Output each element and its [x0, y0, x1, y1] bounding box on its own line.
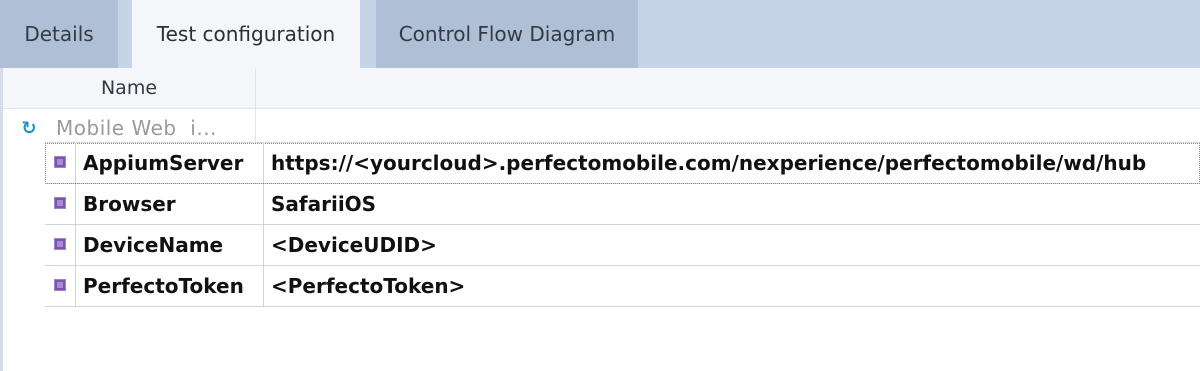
property-name: Browser — [83, 192, 176, 216]
property-name: DeviceName — [83, 233, 224, 257]
left-frame-border — [0, 68, 3, 371]
property-value: SafariiOS — [271, 192, 377, 216]
property-value: https://<yourcloud>.perfectomobile.com/n… — [271, 151, 1147, 175]
property-value-cell[interactable]: SafariiOS — [263, 184, 1200, 224]
property-name-cell[interactable]: DeviceName — [75, 225, 264, 265]
refresh-icon[interactable]: ↻ — [18, 117, 40, 139]
tab-test-configuration[interactable]: Test configuration — [132, 0, 360, 68]
property-name-cell[interactable]: AppiumServer — [75, 143, 264, 183]
property-value: <DeviceUDID> — [271, 233, 437, 257]
property-icon — [54, 197, 66, 209]
property-value: <PerfectoToken> — [271, 274, 466, 298]
property-name-cell[interactable]: PerfectoToken — [75, 266, 264, 306]
tab-details[interactable]: Details — [0, 0, 118, 68]
tab-bar: Details Test configuration Control Flow … — [0, 0, 1200, 68]
name-column-header-label: Name — [100, 77, 158, 99]
property-row[interactable]: Browser SafariiOS — [45, 184, 1200, 225]
group-row[interactable]: ↻ Mobile Web i... — [18, 114, 217, 142]
property-row[interactable]: DeviceName <DeviceUDID> — [45, 225, 1200, 266]
property-name: AppiumServer — [83, 151, 244, 175]
name-column-header[interactable]: Name — [3, 68, 256, 108]
group-label: Mobile Web i... — [56, 116, 217, 140]
property-value-cell[interactable]: <PerfectoToken> — [263, 266, 1200, 306]
tab-test-configuration-label: Test configuration — [156, 22, 336, 46]
tab-details-label: Details — [24, 22, 94, 46]
property-icon — [54, 279, 66, 291]
tab-control-flow-diagram-label: Control Flow Diagram — [398, 22, 616, 46]
property-row[interactable]: PerfectoToken <PerfectoToken> — [45, 266, 1200, 307]
property-icon — [54, 156, 66, 168]
property-name-cell[interactable]: Browser — [75, 184, 264, 224]
property-table: AppiumServer https://<yourcloud>.perfect… — [45, 142, 1200, 307]
property-icon — [54, 238, 66, 250]
property-name: PerfectoToken — [83, 274, 244, 298]
property-row[interactable]: AppiumServer https://<yourcloud>.perfect… — [45, 143, 1200, 184]
column-divider — [255, 108, 256, 142]
property-value-cell[interactable]: https://<yourcloud>.perfectomobile.com/n… — [263, 143, 1200, 183]
property-value-cell[interactable]: <DeviceUDID> — [263, 225, 1200, 265]
tab-control-flow-diagram[interactable]: Control Flow Diagram — [376, 0, 638, 68]
